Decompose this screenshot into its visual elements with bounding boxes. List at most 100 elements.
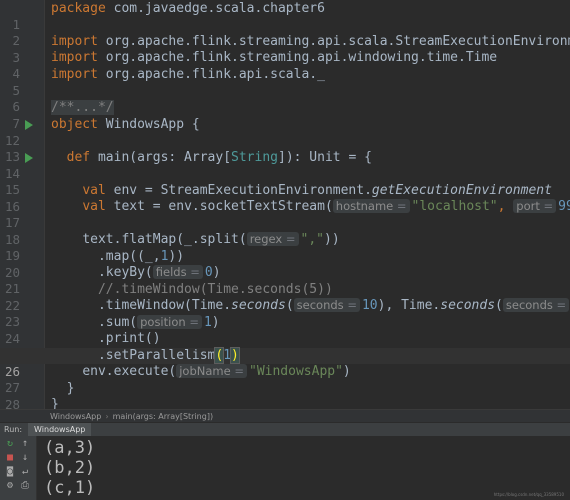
rerun-icon[interactable]: ↻ <box>4 438 16 450</box>
hint-eq: = <box>396 199 407 213</box>
code-line[interactable]: 23 .timeWindow(Time.seconds(seconds = 10)… <box>0 298 570 329</box>
code-line[interactable]: 5 import org.apache.flink.api.scala._ <box>0 67 570 98</box>
code-line[interactable]: 19 text.flatMap(_.split(regex = ",")) <box>0 232 570 263</box>
soft-wrap-icon[interactable]: ↵ <box>19 466 31 478</box>
code-line[interactable]: 4 import org.apache.flink.streaming.api.… <box>0 50 570 81</box>
tab-run-config[interactable]: WindowsApp <box>28 423 92 437</box>
run-gutter-icon[interactable] <box>25 120 33 130</box>
breadcrumb-item-object[interactable]: WindowsApp <box>50 412 101 421</box>
code-text: ) <box>211 315 220 330</box>
hint-name: hostname <box>335 199 394 213</box>
console-output-line: (c,1) <box>44 478 96 498</box>
camera-icon[interactable]: ◙ <box>4 466 16 478</box>
run-label: Run: <box>4 425 23 434</box>
keyword: val <box>82 199 106 214</box>
code-text: } <box>51 397 59 409</box>
number-literal: 1 <box>223 348 232 363</box>
hint-name: seconds <box>296 298 344 312</box>
code-line[interactable]: 2 <box>0 17 570 48</box>
parameter-hint: hostname = <box>332 199 410 213</box>
parameter-hint: jobName = <box>176 364 247 378</box>
console-toolbar: ↻ ↑ ■ ↓ ◙ ↵ ⚙ ⎙ <box>0 436 37 500</box>
code-text: ), Time. <box>377 298 441 313</box>
code-text: )) <box>324 232 340 247</box>
code-line[interactable]: 3 import org.apache.flink.streaming.api.… <box>0 34 570 65</box>
settings-icon[interactable]: ⚙ <box>4 480 16 492</box>
parameter-hint: position = <box>137 315 202 329</box>
hint-eq: = <box>190 265 200 279</box>
hint-name: seconds <box>505 298 553 312</box>
code-line[interactable]: 22 //.timeWindow(Time.seconds(5)) <box>0 282 570 313</box>
code-text: text.flatMap(_.split( <box>82 232 247 247</box>
keyword: import <box>51 67 98 82</box>
import-path: org.apache.flink.streaming.api.windowing… <box>105 50 498 65</box>
console-output-line: (a,3) <box>44 438 96 458</box>
folded-comment[interactable]: /**...*/ <box>51 100 114 115</box>
parameter-hint: fields = <box>152 265 203 279</box>
hint-eq: = <box>347 298 357 312</box>
code-text: env = StreamExecutionEnvironment. <box>105 183 372 198</box>
import-path: org.apache.flink.api.scala._ <box>105 67 325 82</box>
hint-eq: = <box>189 315 199 329</box>
code-line-current[interactable]: 26 .setParallelism(1) <box>0 347 570 379</box>
main-signature-end: ]): Unit = { <box>278 150 372 165</box>
code-line[interactable]: 1 package com.javaedge.scala.chapter6 <box>0 1 570 32</box>
breadcrumb-separator: › <box>105 412 109 421</box>
method-call: seconds <box>231 298 286 313</box>
breadcrumb-item-method[interactable]: main(args: Array[String]) <box>113 412 213 421</box>
parameter-hint: seconds = <box>502 298 570 312</box>
hint-eq: = <box>285 232 296 246</box>
code-text: ) <box>342 364 351 379</box>
type-name: String <box>231 150 278 165</box>
print-icon[interactable]: ⎙ <box>19 480 31 492</box>
keyword: import <box>51 34 98 49</box>
code-line[interactable]: 25 .print() <box>0 331 570 362</box>
comma: , <box>497 199 514 214</box>
stop-icon[interactable]: ■ <box>4 452 16 464</box>
main-signature: main(args: Array[ <box>90 150 232 165</box>
code-editor[interactable]: 1 package com.javaedge.scala.chapter6 2 … <box>0 0 570 409</box>
code-line[interactable]: 16 val env = StreamExecutionEnvironment.… <box>0 183 570 214</box>
keyword: val <box>82 183 106 198</box>
keyword: def <box>66 150 91 165</box>
code-line[interactable]: 28 } <box>0 381 570 409</box>
code-line[interactable]: 14 def main(args: Array[String]): Unit =… <box>0 150 570 181</box>
code-line[interactable]: 7 /**...*/ <box>0 100 570 131</box>
code-line[interactable]: 18 <box>0 216 570 247</box>
hint-name: fields <box>155 265 187 279</box>
code-text: env.execute( <box>82 364 177 379</box>
import-path: org.apache.flink.streaming.api.scala.Str… <box>105 34 570 49</box>
number-literal: 10 <box>361 298 378 313</box>
keyword: object <box>51 117 98 132</box>
code-text: )) <box>168 249 185 264</box>
code-text: text = env.socketTextStream( <box>105 199 333 214</box>
scroll-up-icon[interactable]: ↑ <box>19 438 31 450</box>
string-literal: "," <box>300 232 324 247</box>
code-line[interactable]: 15 <box>0 166 570 197</box>
code-line[interactable]: 20 .map((_,1)) <box>0 249 570 280</box>
code-text: .keyBy( <box>97 265 153 280</box>
code-text: } <box>66 381 75 396</box>
scroll-down-icon[interactable]: ↓ <box>19 452 31 464</box>
code-text: ( <box>285 298 294 313</box>
hint-eq: = <box>556 298 567 312</box>
code-text: .map((_, <box>97 249 161 264</box>
breadcrumb: WindowsApp › main(args: Array[String]) <box>0 409 570 423</box>
run-gutter-icon[interactable] <box>25 153 33 163</box>
code-text: .timeWindow(Time. <box>97 298 232 313</box>
code-line[interactable]: 21 .keyBy(fields = 0) <box>0 265 570 296</box>
code-text: .sum( <box>97 315 138 330</box>
code-line[interactable]: 12 object WindowsApp { <box>0 117 570 148</box>
hint-name: jobName <box>179 364 231 378</box>
code-line[interactable]: 13 <box>0 133 570 164</box>
code-text: ) <box>212 265 221 280</box>
code-line[interactable]: 24 .sum(position = 1) <box>0 315 570 346</box>
code-text: ( <box>495 298 503 313</box>
code-line[interactable]: 6 <box>0 83 570 114</box>
code-line[interactable]: 29 } <box>0 397 570 409</box>
string-literal: "localhost" <box>411 199 498 214</box>
code-line[interactable]: 27 env.execute(jobName = "WindowsApp") <box>0 364 570 395</box>
code-line[interactable]: 17 val text = env.socketTextStream(hostn… <box>0 199 570 230</box>
hint-name: port <box>516 199 540 213</box>
run-console[interactable]: ↻ ↑ ■ ↓ ◙ ↵ ⚙ ⎙ (a,3) (b,2) (c,1) https:… <box>0 436 570 500</box>
